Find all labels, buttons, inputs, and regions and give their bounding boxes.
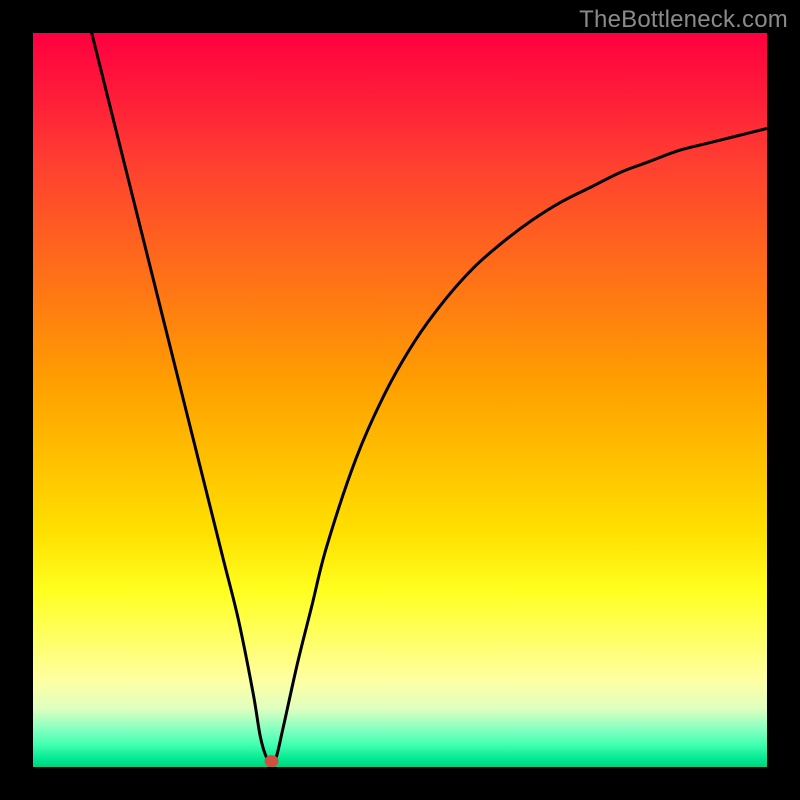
chart-frame: TheBottleneck.com (0, 0, 800, 800)
bottleneck-curve (92, 33, 767, 763)
watermark-text: TheBottleneck.com (579, 6, 788, 34)
minimum-marker (265, 755, 279, 767)
plot-area (33, 33, 767, 767)
curve-layer (33, 33, 767, 767)
